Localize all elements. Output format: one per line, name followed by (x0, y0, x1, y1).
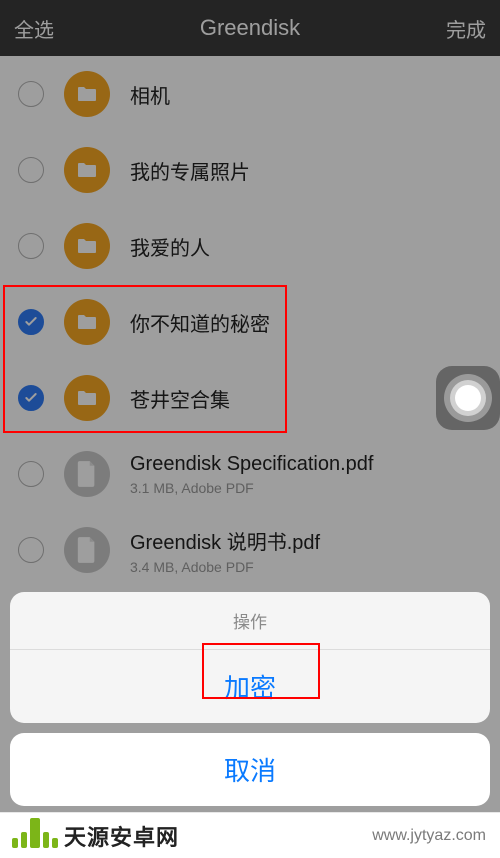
watermark-url: www.jytyaz.com (372, 827, 486, 845)
watermark-name: 天源安卓网 (64, 820, 179, 852)
navbar: 全选 Greendisk 完成 (0, 0, 500, 56)
checkbox[interactable] (18, 537, 44, 563)
action-sheet-title: 操作 (10, 592, 490, 650)
cancel-button[interactable]: 取消 (10, 733, 490, 806)
list-item[interactable]: 我的专属照片 (0, 132, 500, 208)
action-sheet: 操作 加密 取消 (10, 592, 490, 806)
checkbox[interactable] (18, 81, 44, 107)
item-name: Greendisk Specification.pdf (130, 453, 373, 476)
folder-icon (64, 71, 110, 117)
item-name: 你不知道的秘密 (130, 308, 270, 337)
item-name: 苍井空合集 (130, 384, 230, 413)
list-item[interactable]: 我爱的人 (0, 208, 500, 284)
item-subtitle: 3.1 MB, Adobe PDF (130, 480, 373, 496)
page-title: Greendisk (0, 15, 500, 41)
checkbox[interactable] (18, 157, 44, 183)
checkbox[interactable] (18, 385, 44, 411)
folder-icon (64, 223, 110, 269)
checkbox[interactable] (18, 461, 44, 487)
folder-icon (64, 299, 110, 345)
folder-icon (64, 375, 110, 421)
item-subtitle: 3.4 MB, Adobe PDF (130, 559, 320, 575)
checkbox[interactable] (18, 309, 44, 335)
list-item[interactable]: Greendisk Specification.pdf 3.1 MB, Adob… (0, 436, 500, 512)
select-all-button[interactable]: 全选 (14, 14, 54, 43)
list-item[interactable]: Greendisk 说明书.pdf 3.4 MB, Adobe PDF (0, 512, 500, 588)
file-icon (64, 527, 110, 573)
item-name: Greendisk 说明书.pdf (130, 526, 320, 555)
assistive-touch-button[interactable] (436, 366, 500, 430)
encrypt-button[interactable]: 加密 (10, 650, 490, 723)
item-name: 我的专属照片 (130, 156, 250, 185)
item-name: 相机 (130, 80, 170, 109)
list-item[interactable]: 苍井空合集 (0, 360, 500, 436)
item-name: 我爱的人 (130, 232, 210, 261)
watermark-logo: 天源安卓网 (6, 820, 179, 852)
checkbox[interactable] (18, 233, 44, 259)
file-icon (64, 451, 110, 497)
list-item[interactable]: 你不知道的秘密 (0, 284, 500, 360)
folder-icon (64, 147, 110, 193)
done-button[interactable]: 完成 (446, 14, 486, 43)
watermark-bar: 天源安卓网 www.jytyaz.com (0, 812, 500, 858)
list-item[interactable]: 相机 (0, 56, 500, 132)
